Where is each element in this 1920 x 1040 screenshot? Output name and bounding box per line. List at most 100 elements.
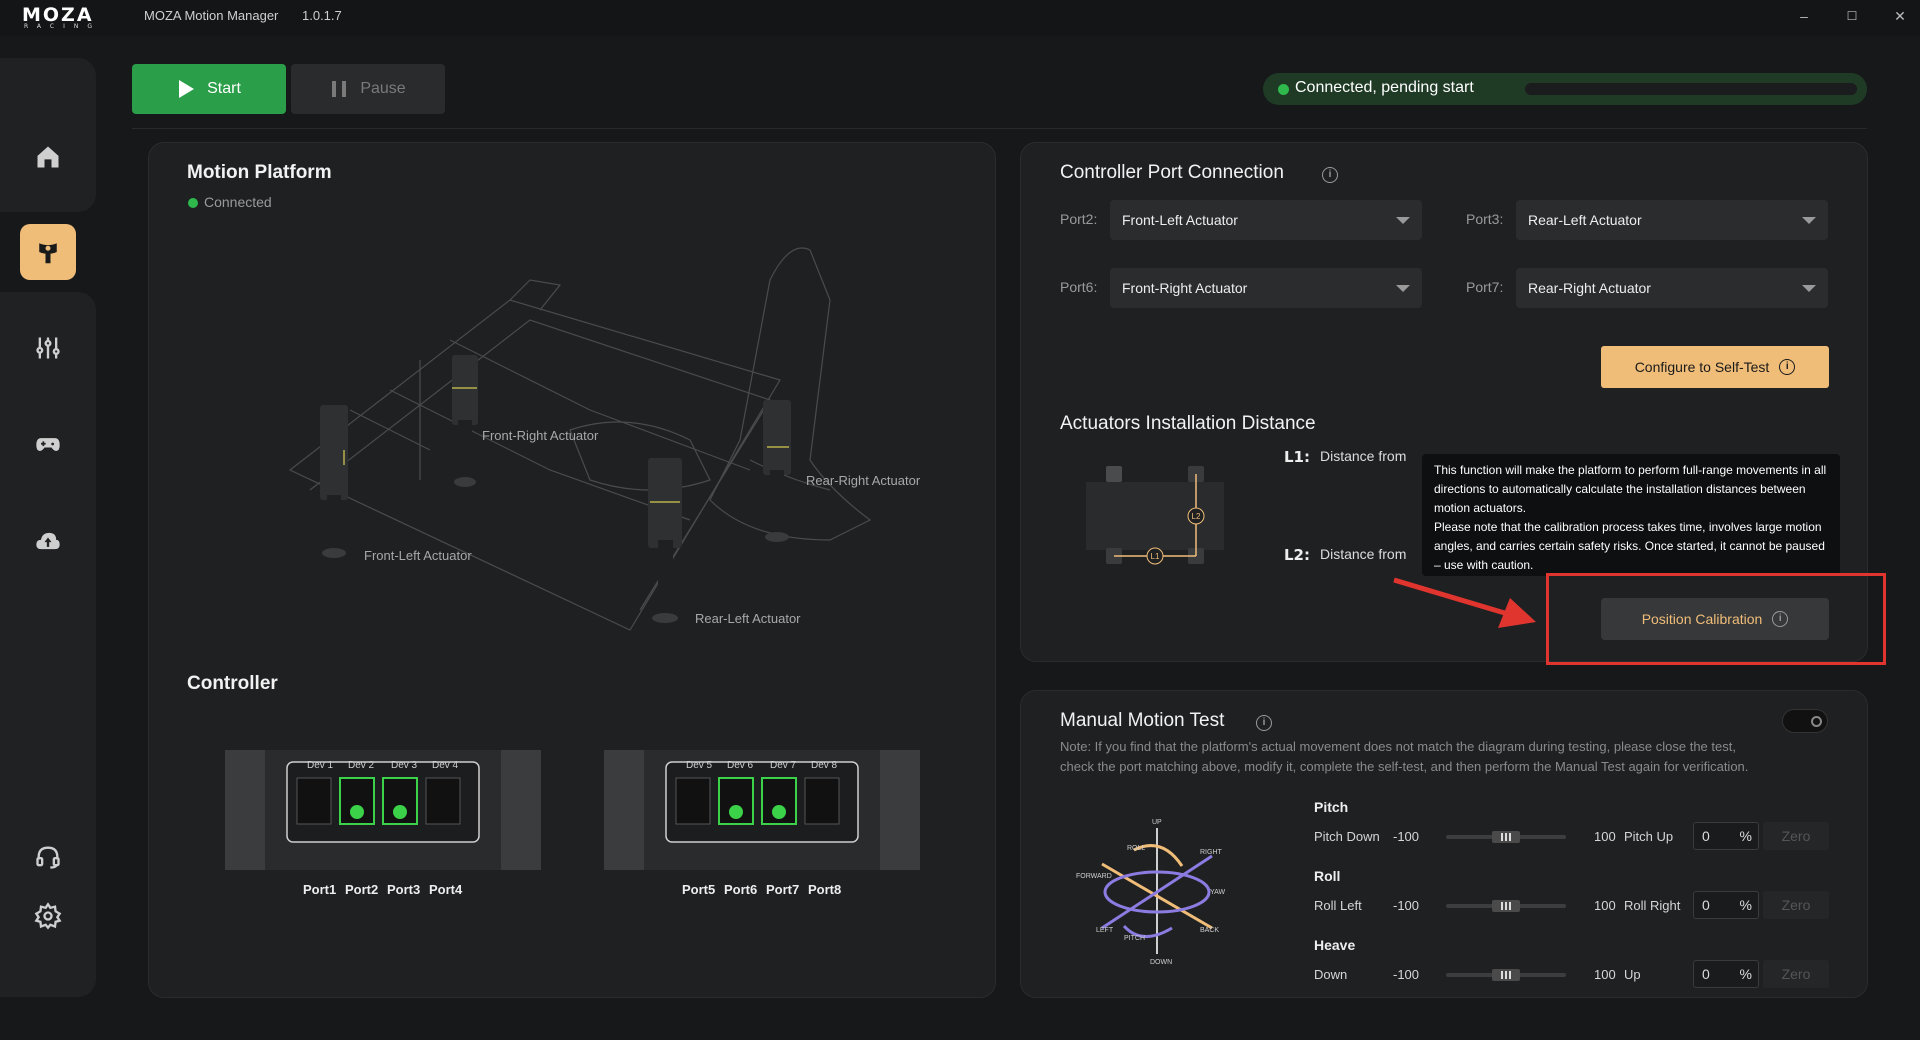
status-progress-bar bbox=[1525, 83, 1857, 95]
controller-box-1-drawing bbox=[225, 750, 541, 870]
front-left-actuator-shape bbox=[320, 405, 348, 558]
calibration-label: Position Calibration bbox=[1641, 611, 1763, 627]
front-right-actuator-shape bbox=[452, 355, 478, 487]
slider-thumb[interactable] bbox=[1492, 831, 1520, 843]
actuator-label-rear-left: Rear-Left Actuator bbox=[695, 611, 801, 626]
roll-zero-button[interactable]: Zero bbox=[1763, 891, 1829, 919]
pause-button[interactable]: Pause bbox=[291, 64, 445, 114]
value-text: 0 bbox=[1702, 897, 1710, 913]
label-back: BACK bbox=[1200, 927, 1219, 934]
info-icon[interactable]: i bbox=[1256, 712, 1272, 731]
axis-min: -100 bbox=[1393, 967, 1420, 982]
label-yaw: YAW bbox=[1210, 889, 1226, 896]
info-icon: i bbox=[1772, 611, 1789, 627]
start-button[interactable]: Start bbox=[132, 64, 286, 114]
label-left: LEFT bbox=[1096, 927, 1114, 934]
calibration-tooltip: This function will make the platform to … bbox=[1422, 454, 1840, 576]
select-value: Front-Left Actuator bbox=[1122, 212, 1238, 228]
roll-slider[interactable] bbox=[1446, 900, 1566, 912]
position-calibration-button[interactable]: Position Calibration i bbox=[1601, 598, 1829, 640]
dev-label: Dev 8 bbox=[811, 760, 838, 771]
pause-label: Pause bbox=[360, 80, 406, 97]
slider-thumb[interactable] bbox=[1492, 969, 1520, 981]
caret-down-icon bbox=[1396, 284, 1410, 292]
label-right: RIGHT bbox=[1200, 849, 1223, 856]
dev-label: Dev 4 bbox=[432, 760, 459, 771]
port-label: Port2: bbox=[1060, 211, 1098, 227]
manual-test-title: Manual Motion Test bbox=[1060, 710, 1225, 731]
port3-select[interactable]: Rear-Left Actuator bbox=[1516, 200, 1828, 240]
caret-down-icon bbox=[1802, 284, 1816, 292]
label-pitch: PITCH bbox=[1124, 935, 1145, 942]
pitch-zero-button[interactable]: Zero bbox=[1763, 822, 1829, 850]
axis-min: -100 bbox=[1393, 898, 1420, 913]
toolbar-divider bbox=[132, 128, 1867, 129]
value-text: 0 bbox=[1702, 828, 1710, 844]
headset-icon[interactable] bbox=[29, 838, 67, 876]
settings-icon[interactable] bbox=[29, 897, 67, 935]
unit-text: % bbox=[1739, 897, 1752, 913]
motion-axes-diagram: UP DOWN ROLL RIGHT FORWARD YAW LEFT PITC… bbox=[1076, 819, 1226, 966]
maximize-button[interactable]: ☐ bbox=[1838, 5, 1866, 27]
home-icon[interactable] bbox=[29, 138, 67, 176]
port-label: Port7 bbox=[766, 882, 800, 897]
app-title: MOZA Motion Manager bbox=[144, 8, 279, 23]
gamepad-icon[interactable] bbox=[29, 425, 67, 463]
port6-select[interactable]: Front-Right Actuator bbox=[1110, 268, 1422, 308]
configure-self-test-button[interactable]: Configure to Self-Test i bbox=[1601, 346, 1829, 388]
app-version: 1.0.1.7 bbox=[302, 8, 342, 23]
axis-title-pitch: Pitch bbox=[1314, 799, 1349, 815]
logo-subtext: RACING bbox=[24, 23, 102, 30]
toggle-knob bbox=[1811, 716, 1822, 727]
roll-value-input[interactable]: 0% bbox=[1693, 891, 1759, 919]
info-icon[interactable]: i bbox=[1322, 164, 1338, 183]
pause-icon bbox=[332, 81, 347, 97]
sidebar-top bbox=[0, 58, 96, 212]
caret-down-icon bbox=[1802, 216, 1816, 224]
rear-right-actuator-shape bbox=[763, 400, 791, 542]
play-icon bbox=[179, 80, 195, 98]
caret-down-icon bbox=[1396, 216, 1410, 224]
actuator-label-front-left: Front-Left Actuator bbox=[364, 548, 472, 563]
diagram-l2-label: L2 bbox=[1192, 512, 1201, 521]
axis-neg-label: Down bbox=[1314, 967, 1348, 982]
heave-value-input[interactable]: 0% bbox=[1693, 960, 1759, 988]
pitch-slider[interactable] bbox=[1446, 831, 1566, 843]
port-label: Port8 bbox=[808, 882, 842, 897]
equalizer-icon[interactable] bbox=[29, 329, 67, 367]
pitch-value-input[interactable]: 0% bbox=[1693, 822, 1759, 850]
minimize-button[interactable]: – bbox=[1790, 5, 1818, 27]
port-label: Port3: bbox=[1466, 211, 1504, 227]
tooltip-paragraph-1: This function will make the platform to … bbox=[1434, 463, 1827, 515]
heave-zero-button[interactable]: Zero bbox=[1763, 960, 1829, 988]
close-button[interactable]: ✕ bbox=[1886, 5, 1914, 27]
status-text: Connected, pending start bbox=[1295, 79, 1474, 96]
slider-thumb[interactable] bbox=[1492, 900, 1520, 912]
install-distance-title: Actuators Installation Distance bbox=[1060, 413, 1316, 434]
connected-dot bbox=[188, 198, 198, 208]
port-label: Port1 bbox=[303, 882, 337, 897]
axis-title-heave: Heave bbox=[1314, 937, 1356, 953]
moza-logo: MOZA RACING bbox=[22, 4, 126, 30]
select-value: Rear-Left Actuator bbox=[1528, 212, 1642, 228]
l2-tag: L2: bbox=[1284, 546, 1310, 564]
port2-select[interactable]: Front-Left Actuator bbox=[1110, 200, 1422, 240]
motion-platform-title: Motion Platform bbox=[187, 162, 332, 183]
controller-title: Controller bbox=[187, 673, 278, 694]
l1-description: Distance from bbox=[1320, 448, 1407, 464]
sidebar bbox=[0, 292, 96, 997]
controller-box-2-drawing bbox=[604, 750, 920, 870]
manual-test-toggle[interactable] bbox=[1782, 709, 1828, 733]
heave-slider[interactable] bbox=[1446, 969, 1566, 981]
install-distance-diagram: L2 L1 bbox=[1086, 466, 1224, 565]
config-label: Configure to Self-Test bbox=[1634, 359, 1770, 375]
connection-status: Connected, pending start bbox=[1263, 73, 1867, 105]
motion-platform-icon[interactable] bbox=[20, 224, 76, 280]
port7-select[interactable]: Rear-Right Actuator bbox=[1516, 268, 1828, 308]
cloud-upload-icon[interactable] bbox=[29, 522, 67, 560]
label-roll: ROLL bbox=[1127, 845, 1145, 852]
manual-test-note: Note: If you find that the platform's ac… bbox=[1060, 739, 1749, 774]
port-label: Port7: bbox=[1466, 279, 1504, 295]
tooltip-paragraph-2: Please note that the calibration process… bbox=[1434, 520, 1825, 572]
unit-text: % bbox=[1739, 828, 1752, 844]
